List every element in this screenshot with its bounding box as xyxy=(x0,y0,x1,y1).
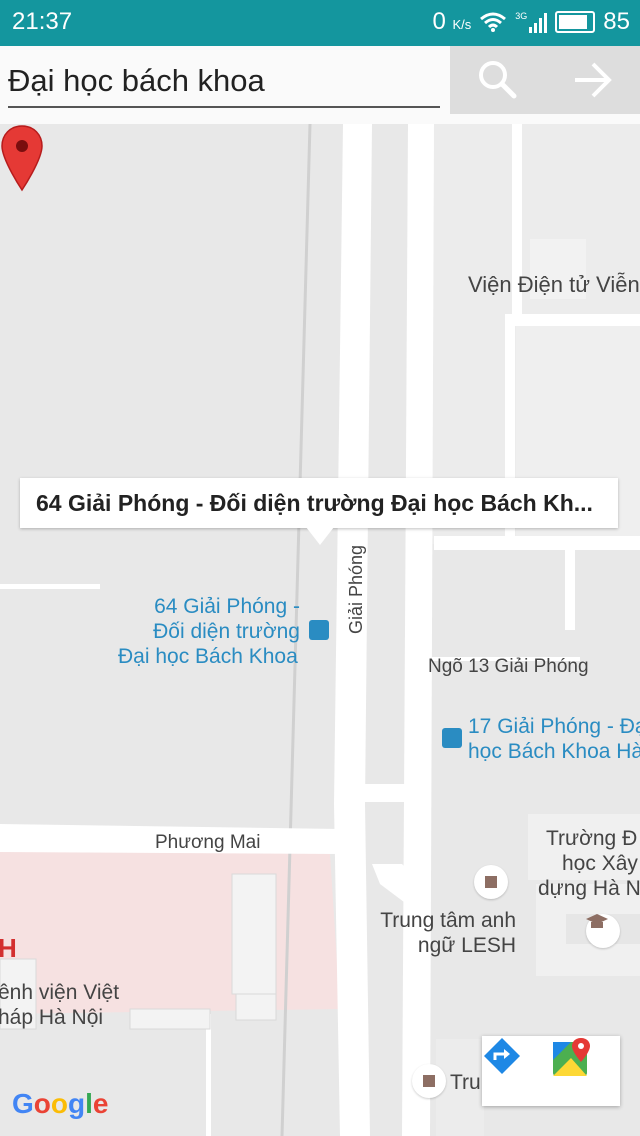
label-trung-tam-lesh: Trung tâm anh ngữ LESH xyxy=(380,909,516,957)
status-bar: 21:37 0 K/s 3G 85 xyxy=(0,0,640,46)
graduation-cap-icon xyxy=(586,914,608,928)
label-vien-dien-tu: Viện Điện tử Viễn xyxy=(468,272,640,297)
poi-lesh-icon[interactable] xyxy=(474,865,508,899)
search-icon xyxy=(478,61,516,99)
directions-icon xyxy=(484,1038,520,1074)
battery-level: 85 xyxy=(603,8,630,35)
selected-stop-label-line3: Đại học Bách Khoa xyxy=(118,645,298,668)
arrow-right-icon xyxy=(574,62,612,98)
go-button[interactable] xyxy=(545,46,640,114)
bus-stop-17-icon xyxy=(442,728,462,748)
network-speed: 0 K/s xyxy=(432,8,472,35)
google-maps-icon xyxy=(553,1038,590,1076)
map-toolbar xyxy=(482,1036,620,1106)
stop-17-label[interactable]: 17 Giải Phóng - Đạ học Bách Khoa Hà xyxy=(468,714,640,764)
poi-trung-tam-viet-icon[interactable] xyxy=(412,1064,446,1098)
search-actions xyxy=(450,46,640,114)
signal-icon: 3G xyxy=(515,11,548,33)
label-truong-xay-dung: Trường Đ học Xây dựng Hà N xyxy=(538,827,640,900)
street-label-ngo-13: Ngõ 13 Giải Phóng xyxy=(428,656,589,677)
bus-stop-icon xyxy=(309,620,329,640)
info-window-tail xyxy=(306,527,334,545)
info-window[interactable]: 64 Giải Phóng - Đối diện trường Đại học … xyxy=(20,478,618,528)
search-input[interactable] xyxy=(8,56,440,108)
search-bar xyxy=(0,46,640,124)
status-time: 21:37 xyxy=(12,8,73,35)
hospital-icon: H xyxy=(0,933,17,963)
street-label-giai-phong: Giải Phóng xyxy=(346,544,366,634)
selected-stop-label[interactable]: 64 Giải Phóng - Đối diện trường xyxy=(130,594,300,644)
google-logo: Google xyxy=(12,1088,108,1120)
school-icon[interactable] xyxy=(586,914,620,948)
map-view[interactable]: Viện Điện tử Viễn 64 Giải Phóng - Đối di… xyxy=(0,124,640,1136)
search-button[interactable] xyxy=(450,46,545,114)
directions-button[interactable] xyxy=(482,1036,551,1106)
google-logo-text: Google xyxy=(12,1088,109,1119)
battery-icon xyxy=(555,11,596,33)
location-marker-icon[interactable] xyxy=(0,124,44,192)
open-maps-button[interactable] xyxy=(551,1036,620,1106)
wifi-icon xyxy=(480,12,507,32)
label-benh-vien: ênh viện Việt háp Hà Nội xyxy=(0,981,120,1029)
street-label-phuong-mai: Phương Mai xyxy=(155,832,261,853)
status-indicators: 0 K/s 3G 85 xyxy=(432,8,630,36)
